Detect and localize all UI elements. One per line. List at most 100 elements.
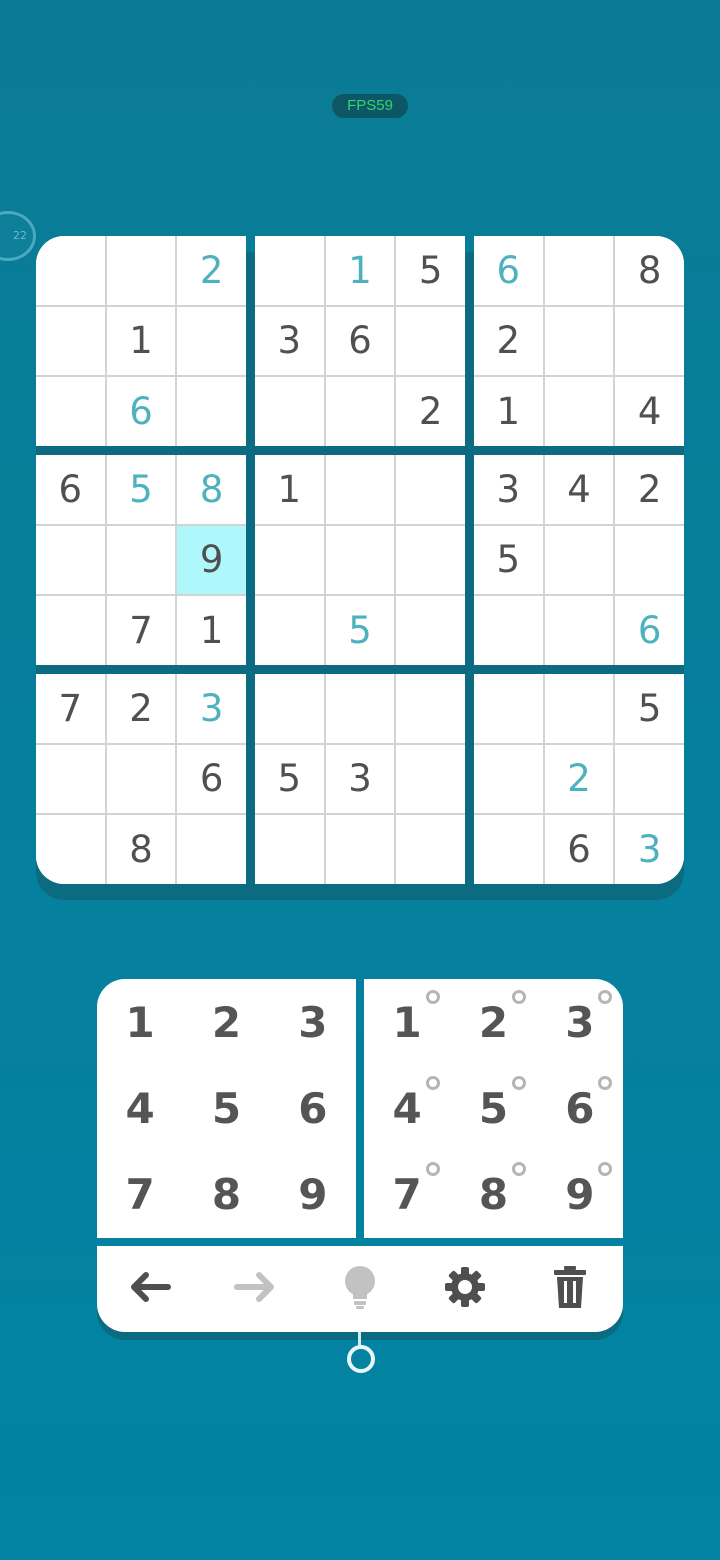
- sudoku-cell[interactable]: [544, 236, 614, 305]
- number-key[interactable]: 2: [183, 979, 269, 1065]
- sudoku-cell[interactable]: [396, 306, 465, 376]
- sudoku-cell[interactable]: [106, 525, 176, 595]
- sudoku-cell[interactable]: [325, 674, 395, 743]
- sudoku-cell[interactable]: [474, 815, 543, 884]
- sudoku-cell[interactable]: [615, 525, 684, 595]
- sudoku-cell[interactable]: 1: [177, 596, 246, 665]
- sudoku-cell[interactable]: [255, 236, 324, 305]
- sudoku-cell[interactable]: 6: [325, 306, 395, 376]
- sudoku-cell[interactable]: [474, 744, 543, 814]
- sudoku-cell[interactable]: 5: [474, 525, 543, 595]
- sudoku-cell[interactable]: 9: [177, 525, 246, 595]
- pencil-key[interactable]: 2: [450, 979, 536, 1065]
- page-indicator[interactable]: [347, 1345, 375, 1373]
- pencil-key[interactable]: 1: [364, 979, 450, 1065]
- sudoku-cell[interactable]: 2: [106, 674, 176, 743]
- sudoku-cell[interactable]: 5: [106, 455, 176, 524]
- pencil-key[interactable]: 8: [450, 1152, 536, 1238]
- timer-bubble[interactable]: 22: [0, 211, 36, 261]
- sudoku-cell[interactable]: [36, 236, 105, 305]
- sudoku-cell[interactable]: [396, 525, 465, 595]
- sudoku-cell[interactable]: [255, 596, 324, 665]
- sudoku-cell[interactable]: [325, 377, 395, 446]
- sudoku-cell[interactable]: [544, 377, 614, 446]
- number-key[interactable]: 9: [270, 1152, 356, 1238]
- sudoku-cell[interactable]: 5: [325, 596, 395, 665]
- sudoku-cell[interactable]: [396, 455, 465, 524]
- sudoku-cell[interactable]: [396, 674, 465, 743]
- pencil-key[interactable]: 6: [537, 1065, 623, 1151]
- sudoku-cell[interactable]: 6: [544, 815, 614, 884]
- sudoku-cell[interactable]: [325, 525, 395, 595]
- sudoku-cell[interactable]: [325, 815, 395, 884]
- sudoku-cell[interactable]: 3: [325, 744, 395, 814]
- number-key[interactable]: 8: [183, 1152, 269, 1238]
- sudoku-cell[interactable]: 4: [615, 377, 684, 446]
- sudoku-cell[interactable]: 6: [474, 236, 543, 305]
- sudoku-cell[interactable]: [544, 596, 614, 665]
- sudoku-cell[interactable]: 2: [615, 455, 684, 524]
- sudoku-cell[interactable]: [255, 674, 324, 743]
- sudoku-cell[interactable]: [544, 525, 614, 595]
- sudoku-cell[interactable]: [396, 596, 465, 665]
- sudoku-cell[interactable]: 2: [544, 744, 614, 814]
- sudoku-cell[interactable]: 2: [396, 377, 465, 446]
- number-key[interactable]: 3: [270, 979, 356, 1065]
- pencil-key[interactable]: 3: [537, 979, 623, 1065]
- sudoku-cell[interactable]: [177, 377, 246, 446]
- sudoku-cell[interactable]: [615, 744, 684, 814]
- hint-button[interactable]: [307, 1246, 412, 1332]
- sudoku-cell[interactable]: 6: [177, 744, 246, 814]
- sudoku-cell[interactable]: 1: [325, 236, 395, 305]
- sudoku-cell[interactable]: 4: [544, 455, 614, 524]
- sudoku-cell[interactable]: [615, 306, 684, 376]
- sudoku-cell[interactable]: [36, 377, 105, 446]
- sudoku-cell[interactable]: [474, 596, 543, 665]
- sudoku-cell[interactable]: [36, 596, 105, 665]
- sudoku-cell[interactable]: [36, 815, 105, 884]
- sudoku-cell[interactable]: 5: [396, 236, 465, 305]
- sudoku-cell[interactable]: 1: [255, 455, 324, 524]
- sudoku-cell[interactable]: 3: [474, 455, 543, 524]
- sudoku-cell[interactable]: 2: [177, 236, 246, 305]
- sudoku-cell[interactable]: [255, 525, 324, 595]
- sudoku-cell[interactable]: [36, 744, 105, 814]
- settings-button[interactable]: [413, 1246, 518, 1332]
- sudoku-cell[interactable]: [474, 674, 543, 743]
- sudoku-cell[interactable]: [177, 815, 246, 884]
- number-key[interactable]: 6: [270, 1065, 356, 1151]
- sudoku-cell[interactable]: 3: [177, 674, 246, 743]
- sudoku-cell[interactable]: 8: [106, 815, 176, 884]
- sudoku-cell[interactable]: 3: [615, 815, 684, 884]
- sudoku-cell[interactable]: [544, 306, 614, 376]
- number-key[interactable]: 4: [97, 1065, 183, 1151]
- sudoku-cell[interactable]: 8: [177, 455, 246, 524]
- sudoku-cell[interactable]: [544, 674, 614, 743]
- sudoku-cell[interactable]: [396, 815, 465, 884]
- sudoku-cell[interactable]: 5: [255, 744, 324, 814]
- undo-button[interactable]: [97, 1246, 202, 1332]
- pencil-key[interactable]: 4: [364, 1065, 450, 1151]
- number-key[interactable]: 5: [183, 1065, 269, 1151]
- sudoku-cell[interactable]: [106, 744, 176, 814]
- sudoku-cell[interactable]: 2: [474, 306, 543, 376]
- sudoku-cell[interactable]: 1: [106, 306, 176, 376]
- sudoku-cell[interactable]: [255, 377, 324, 446]
- pencil-key[interactable]: 9: [537, 1152, 623, 1238]
- sudoku-cell[interactable]: [325, 455, 395, 524]
- sudoku-cell[interactable]: 7: [36, 674, 105, 743]
- number-key[interactable]: 7: [97, 1152, 183, 1238]
- sudoku-cell[interactable]: 1: [474, 377, 543, 446]
- pencil-key[interactable]: 5: [450, 1065, 536, 1151]
- sudoku-cell[interactable]: [255, 815, 324, 884]
- sudoku-cell[interactable]: [177, 306, 246, 376]
- number-key[interactable]: 1: [97, 979, 183, 1065]
- sudoku-cell[interactable]: 7: [106, 596, 176, 665]
- sudoku-cell[interactable]: 3: [255, 306, 324, 376]
- sudoku-cell[interactable]: 6: [36, 455, 105, 524]
- sudoku-cell[interactable]: [36, 306, 105, 376]
- erase-button[interactable]: [518, 1246, 623, 1332]
- redo-button[interactable]: [202, 1246, 307, 1332]
- sudoku-cell[interactable]: [36, 525, 105, 595]
- sudoku-cell[interactable]: [106, 236, 176, 305]
